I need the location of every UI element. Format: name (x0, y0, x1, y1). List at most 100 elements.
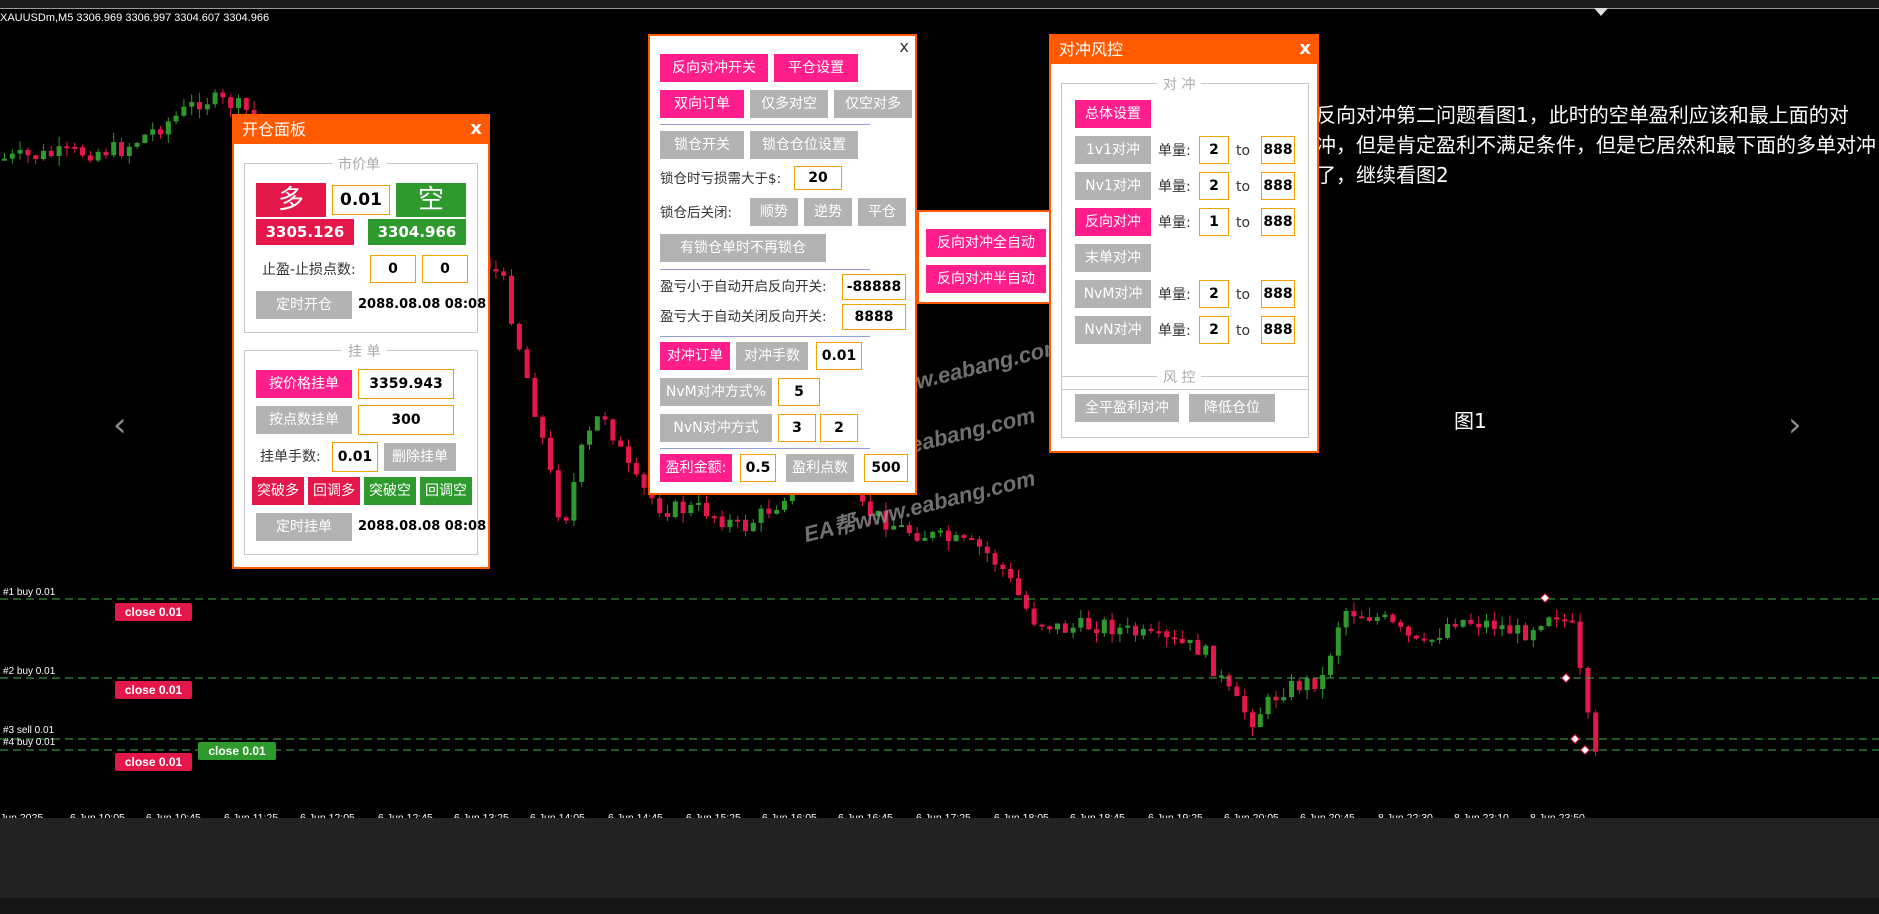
close-order-button[interactable]: close 0.01 (115, 603, 192, 621)
semi-auto-button[interactable]: 反向对冲半自动 (926, 265, 1046, 293)
profit-amount-input[interactable]: 0.5 (740, 454, 776, 482)
unit-to-input[interactable]: 888 (1261, 172, 1295, 200)
candle-body (1289, 680, 1294, 698)
tp-input[interactable]: 0 (370, 255, 416, 283)
candle-body (571, 481, 577, 521)
lock-loss-input[interactable]: 20 (794, 166, 842, 190)
buy-button[interactable]: 多 (256, 183, 326, 217)
candle-body (1593, 712, 1599, 752)
close-all-profit-hedge-button[interactable]: 全平盈利对冲 (1075, 394, 1179, 422)
hedge-nvm-button[interactable]: NvM对冲 (1075, 280, 1151, 308)
close-icon[interactable]: x (470, 119, 482, 139)
candle-body (1413, 635, 1419, 639)
symbol-info: XAUUSDm,M5 3306.969 3306.997 3304.607 33… (0, 12, 270, 24)
nvn-mode-button[interactable]: NvN对冲方式 (660, 414, 772, 442)
unit-to-input[interactable]: 888 (1261, 208, 1295, 236)
close-flat-button[interactable]: 平仓 (858, 198, 906, 226)
sell-button[interactable]: 空 (396, 183, 466, 217)
points-input[interactable]: 300 (358, 405, 454, 435)
hedge-1v1-button[interactable]: 1v1对冲 (1075, 136, 1151, 164)
pending-by-points-button[interactable]: 按点数挂单 (256, 406, 352, 434)
delete-pending-button[interactable]: 删除挂单 (384, 443, 456, 471)
profit-points-input[interactable]: 500 (864, 454, 908, 482)
close-order-button[interactable]: close 0.01 (115, 753, 192, 771)
close-order-button[interactable]: close 0.01 (198, 742, 276, 760)
pending-lot-input[interactable]: 0.01 (332, 442, 378, 472)
sl-input[interactable]: 0 (422, 255, 468, 283)
collapse-toggle-icon[interactable] (1594, 8, 1608, 16)
close-order-button[interactable]: close 0.01 (115, 681, 192, 699)
hedge-risk-panel: 对冲风控 x 对 冲 总体设置 1v1对冲 单量: 2 to 888 Nv1对冲… (1049, 34, 1319, 453)
unit-to-input[interactable]: 888 (1261, 136, 1295, 164)
hedge-nvn-button[interactable]: NvN对冲 (1075, 316, 1151, 344)
candle-body (1109, 619, 1115, 635)
unit-from-input[interactable]: 2 (1199, 172, 1229, 200)
to-label: to (1236, 179, 1251, 195)
candle-body (1312, 678, 1318, 689)
pending-by-price-button[interactable]: 按价格挂单 (256, 370, 352, 398)
long-vs-short-only-button[interactable]: 仅多对空 (750, 90, 828, 118)
timed-pending-button[interactable]: 定时挂单 (256, 513, 352, 541)
nvm-percent-input[interactable]: 5 (778, 378, 820, 406)
with-trend-button[interactable]: 顺势 (750, 198, 798, 226)
candle-body (1374, 617, 1380, 621)
lock-switch-button[interactable]: 锁仓开关 (660, 131, 744, 159)
divider (660, 269, 870, 270)
candle-body (782, 500, 787, 510)
price-input[interactable]: 3359.943 (358, 369, 454, 399)
hedge-order-button[interactable]: 对冲订单 (660, 342, 730, 370)
next-image-arrow-icon[interactable]: › (1788, 408, 1802, 442)
candle-body (111, 142, 117, 156)
timed-open-button[interactable]: 定时开仓 (256, 291, 352, 319)
group-label: 对 冲 (1157, 74, 1202, 94)
lot-input[interactable]: 0.01 (332, 185, 390, 215)
profit-amount-button[interactable]: 盈利金额: (660, 454, 732, 482)
unit-from-input[interactable]: 1 (1199, 208, 1229, 236)
candle-body (1398, 622, 1404, 627)
breakout-buy-button[interactable]: 突破多 (252, 477, 304, 505)
profit-points-button[interactable]: 盈利点数 (786, 454, 854, 482)
nvn-input-1[interactable]: 3 (778, 414, 816, 442)
auto-close-input[interactable]: 8888 (842, 304, 906, 330)
close-icon[interactable]: x (900, 37, 909, 57)
hedge-last-order-button[interactable]: 末单对冲 (1075, 244, 1151, 272)
candle-body (1086, 618, 1092, 630)
auto-open-input[interactable]: -88888 (842, 274, 906, 300)
nvm-percent-button[interactable]: NvM对冲方式% (660, 378, 772, 406)
full-auto-button[interactable]: 反向对冲全自动 (926, 229, 1046, 257)
bottom-toolbar (0, 818, 1879, 898)
overall-settings-button[interactable]: 总体设置 (1075, 100, 1151, 128)
candle-body (1008, 569, 1014, 579)
lock-position-settings-button[interactable]: 锁仓仓位设置 (750, 131, 858, 159)
unit-from-input[interactable]: 2 (1199, 316, 1229, 344)
close-icon[interactable]: x (1299, 39, 1311, 59)
hedge-lots-input[interactable]: 0.01 (816, 342, 862, 370)
unit-from-input[interactable]: 2 (1199, 136, 1229, 164)
unit-to-input[interactable]: 888 (1261, 316, 1295, 344)
two-way-orders-button[interactable]: 双向订单 (660, 90, 744, 118)
pullback-buy-button[interactable]: 回调多 (308, 477, 360, 505)
auto-close-label: 盈亏大于自动关闭反向开关: (660, 309, 827, 325)
hedge-nv1-button[interactable]: Nv1对冲 (1075, 172, 1151, 200)
hedge-lots-button[interactable]: 对冲手数 (736, 342, 808, 370)
reverse-hedge-switch-button[interactable]: 反向对冲开关 (660, 54, 768, 82)
order-marker (1570, 734, 1580, 744)
hedge-reverse-button[interactable]: 反向对冲 (1075, 208, 1151, 236)
candle-body (64, 146, 70, 149)
panel-title: 开仓面板 (234, 116, 488, 144)
nvn-input-2[interactable]: 2 (820, 414, 858, 442)
candle-body (220, 92, 226, 98)
close-settings-button[interactable]: 平仓设置 (774, 54, 858, 82)
pullback-sell-button[interactable]: 回调空 (420, 477, 472, 505)
reduce-position-button[interactable]: 降低仓位 (1189, 394, 1275, 422)
unit-from-input[interactable]: 2 (1199, 280, 1229, 308)
counter-trend-button[interactable]: 逆势 (804, 198, 852, 226)
prev-image-arrow-icon[interactable]: ‹ (113, 408, 127, 442)
candle-body (906, 525, 912, 534)
short-vs-long-only-button[interactable]: 仅空对多 (834, 90, 912, 118)
candle-body (1070, 627, 1076, 633)
breakout-sell-button[interactable]: 突破空 (364, 477, 416, 505)
no-relock-button[interactable]: 有锁仓单时不再锁仓 (660, 234, 826, 262)
open-position-panel: 开仓面板 x 市价单 多 0.01 空 3305.126 3304.966 止盈… (232, 114, 490, 569)
unit-to-input[interactable]: 888 (1261, 280, 1295, 308)
